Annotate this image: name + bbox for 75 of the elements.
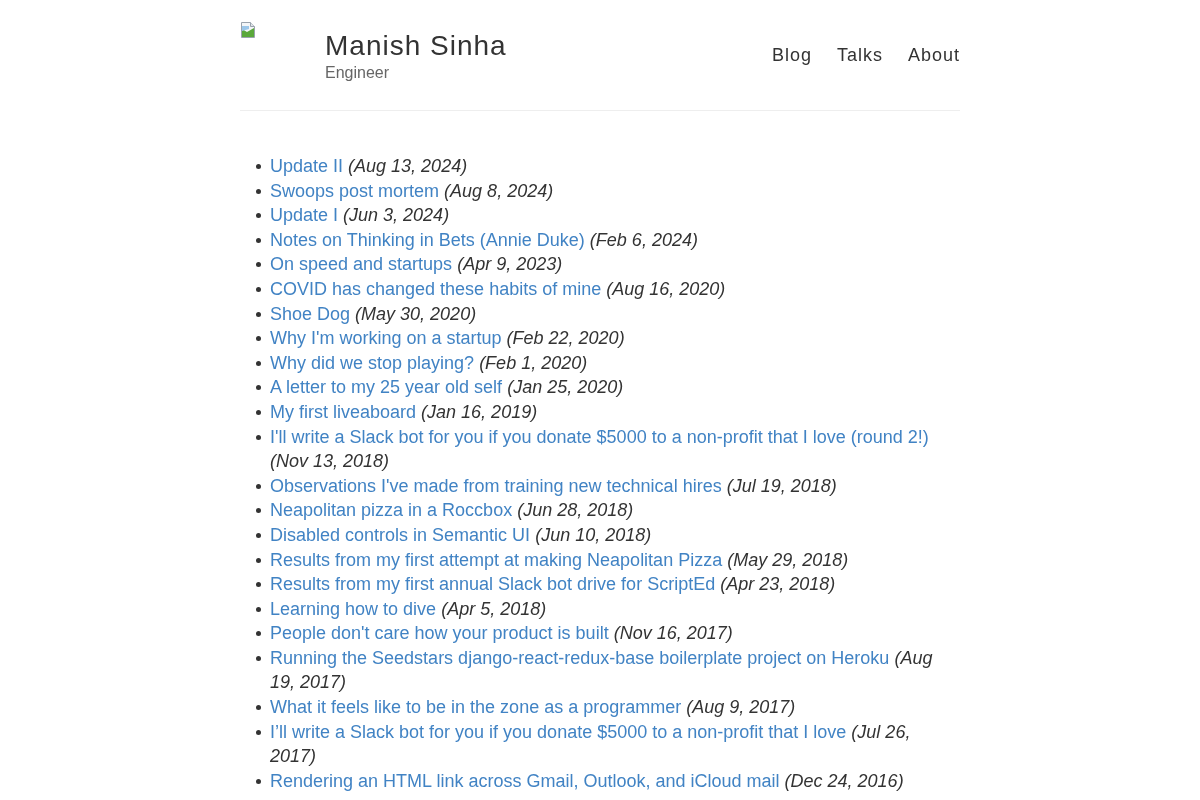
bullet-icon [256,655,261,661]
site-tagline: Engineer [325,64,391,82]
bullet-icon [256,729,261,735]
post-link[interactable]: I’ll write a Slack bot for you if you donate $5000 to a non-profit that I love [270,721,847,742]
post-entry: I’ll write a Slack bot for you if you donate $5000 to a non-profit that I love (Jul 26, 2017) [270,720,912,769]
bullet-icon [256,631,261,637]
post-link[interactable]: Disabled controls in Semantic UI [270,524,531,545]
post-link[interactable]: Why I'm working on a startup [270,328,502,349]
bullet-icon [256,336,261,342]
post-entry: Running the Seedstars django-react-redux-base boilerplate project on Heroku (Aug 19, 2017) [270,646,934,695]
post-entry: Neapolitan pizza in a Roccbox (Jun 28, 2018) [270,499,635,523]
post-entry: I'll write a Slack bot for you if you donate $5000 to a non-profit that I love (round 2!) (Nov 13, 2018) [270,425,930,474]
bullet-icon [256,483,261,489]
post-link[interactable]: Neapolitan pizza in a Roccbox [270,500,513,521]
post-entry: Results from my first attempt at making Neapolitan Pizza (May 29, 2018) [270,548,850,572]
post-entry: Update I (Jun 3, 2024) [270,204,451,228]
bullet-icon [256,606,261,612]
nav-link[interactable]: Blog [771,44,812,66]
post-link[interactable]: Swoops post mortem [270,180,440,201]
post-entry: Why I'm working on a startup (Feb 22, 2020) [270,327,626,351]
post-entry: A letter to my 25 year old self (Jan 25, 2020) [270,376,625,400]
bullet-icon [256,778,261,784]
post-link[interactable]: Rendering an HTML link across Gmail, Outlook, and iCloud mail [270,770,780,791]
post-link[interactable]: Why did we stop playing? [270,352,475,373]
post-link[interactable]: People don't care how your product is built [270,623,609,644]
bullet-icon [256,385,261,391]
post-entry: What it feels like to be in the zone as a programmer (Aug 9, 2017) [270,696,797,720]
bullet-icon [256,434,261,440]
bullet-icon [256,360,261,366]
post-entry: Why did we stop playing? (Feb 1, 2020) [270,351,589,375]
post-entry: Update II (Aug 13, 2024) [270,155,469,178]
nav-link[interactable]: About [907,44,960,66]
post-link[interactable]: Shoe Dog [270,303,351,324]
post-link[interactable]: Running the Seedstars django-react-redux-base boilerplate project on Heroku [270,647,890,668]
post-link[interactable]: A letter to my 25 year old self [270,377,503,398]
post-link[interactable]: Notes on Thinking in Bets (Annie Duke) [270,229,585,250]
bullet-icon [256,213,261,219]
post-link[interactable]: Update I [270,205,339,226]
post-entry: Learning how to dive (Apr 5, 2018) [270,597,548,621]
post-entry: Disabled controls in Semantic UI (Jun 10, 2018) [270,523,653,547]
post-link[interactable]: COVID has changed these habits of mine [270,278,602,299]
post-entry: Notes on Thinking in Bets (Annie Duke) (Feb 6, 2024) [270,228,699,252]
nav-link[interactable]: Talks [836,44,883,66]
post-entry: COVID has changed these habits of mine (Aug 16, 2020) [270,277,727,301]
bullet-icon [256,409,261,415]
post-entry: Observations I've made from training new technical hires (Jul 19, 2018) [270,474,838,498]
post-entry: Swoops post mortem (Aug 8, 2024) [270,179,555,203]
post-link[interactable]: My first liveaboard [270,401,417,422]
post-entry: Rendering an HTML link across Gmail, Outlook, and iCloud mail (Dec 24, 2016) [270,769,905,793]
bullet-icon [256,188,261,194]
bullet-icon [256,164,261,169]
bullet-icon [256,311,261,317]
bullet-icon [256,262,261,268]
bullet-icon [256,237,261,243]
post-entry: Shoe Dog (May 30, 2020) [270,302,478,326]
post-link[interactable]: Results from my first attempt at making Neapolitan Pizza [270,549,723,570]
post-link[interactable]: I'll write a Slack bot for you if you donate $5000 to a non-profit that I love (round 2!) [270,426,929,447]
post-link[interactable]: Update II [270,156,344,176]
site-title: Manish Sinha [325,30,507,62]
post-link[interactable]: Results from my first annual Slack bot drive for ScriptEd [270,574,716,595]
bullet-icon [256,508,261,514]
post-entry: On speed and startups (Apr 9, 2023) [270,253,564,277]
post-entry: People don't care how your product is built (Nov 16, 2017) [270,622,734,646]
post-link[interactable]: Learning how to dive [270,598,437,619]
post-link[interactable]: On speed and startups [270,254,453,275]
bullet-icon [256,705,261,711]
post-entry: My first liveaboard (Jan 16, 2019) [270,400,539,424]
bullet-icon [256,532,261,538]
bullet-icon [256,557,261,563]
post-link[interactable]: What it feels like to be in the zone as a programmer [270,697,682,718]
post-link[interactable]: Observations I've made from training new technical hires [270,475,722,496]
bullet-icon [256,286,261,292]
bullet-icon [256,582,261,588]
broken-image-icon [240,22,256,38]
post-entry: Results from my first annual Slack bot drive for ScriptEd (Apr 23, 2018) [270,573,837,597]
